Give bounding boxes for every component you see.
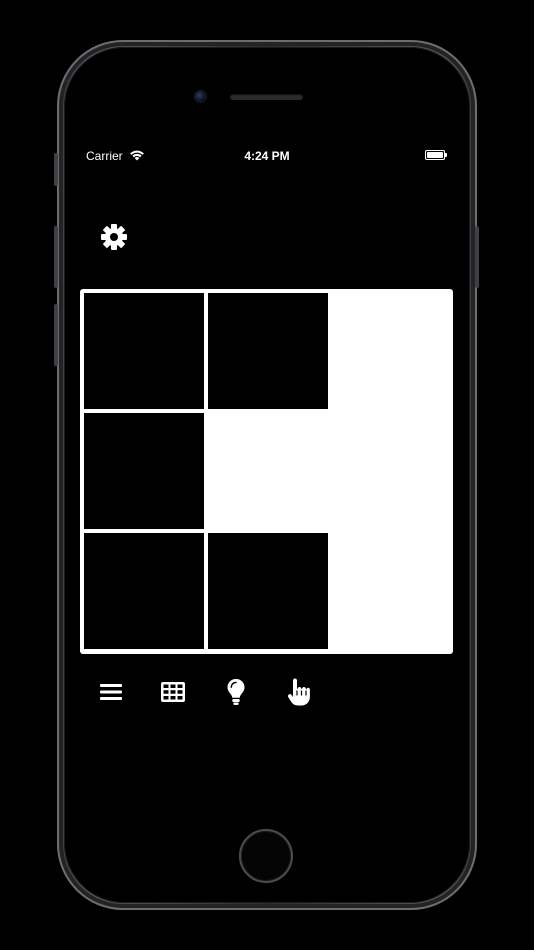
home-button[interactable] (239, 829, 293, 883)
board-cell[interactable] (332, 293, 452, 409)
board-cell[interactable] (84, 413, 204, 529)
volume-down-button (54, 304, 58, 366)
volume-up-button (54, 226, 58, 288)
power-button (475, 226, 479, 288)
puzzle-board (80, 289, 453, 654)
menu-button[interactable] (94, 674, 128, 710)
board-cell[interactable] (332, 413, 452, 529)
gear-icon (101, 224, 127, 250)
grid-icon (161, 682, 185, 702)
board-cell[interactable] (84, 293, 204, 409)
board-cell[interactable] (208, 533, 328, 649)
board-cell[interactable] (208, 293, 328, 409)
status-time: 4:24 PM (244, 149, 290, 163)
hand-pointer-icon (287, 678, 310, 706)
tap-button[interactable] (282, 674, 316, 710)
menu-icon (100, 684, 122, 700)
lightbulb-icon (227, 679, 245, 705)
front-camera (195, 91, 206, 102)
battery-icon (425, 150, 447, 160)
board-cell[interactable] (208, 413, 328, 529)
board-cell[interactable] (84, 533, 204, 649)
hint-button[interactable] (219, 674, 253, 710)
board-cell[interactable] (332, 533, 452, 649)
silent-switch (54, 153, 58, 186)
earpiece-speaker (230, 94, 303, 100)
bottom-toolbar (94, 674, 334, 710)
status-bar: Carrier 4:24 PM (84, 146, 450, 166)
settings-button[interactable] (98, 221, 130, 253)
grid-button[interactable] (156, 674, 190, 710)
